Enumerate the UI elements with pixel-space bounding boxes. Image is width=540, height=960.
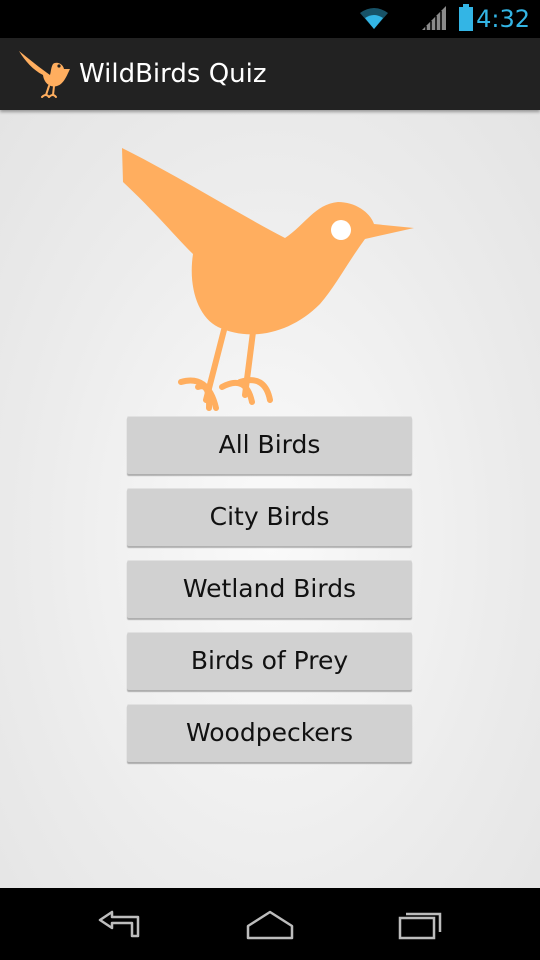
signal-icon [422,6,446,30]
bird-illustration [122,148,414,411]
navigation-bar [0,888,540,960]
woodpeckers-button[interactable]: Woodpeckers [127,704,412,762]
city-birds-button[interactable]: City Birds [127,488,412,546]
home-icon[interactable] [240,906,300,942]
action-bar: WildBirds Quiz [0,38,540,110]
battery-icon [459,4,473,31]
main-content: All Birds City Birds Wetland Birds Birds… [0,110,540,888]
back-icon[interactable] [90,906,150,942]
status-time: 4:32 [476,5,530,33]
bird-logo-icon[interactable] [16,47,72,103]
status-bar: 4:32 [0,0,540,38]
wifi-icon [360,8,388,29]
category-menu: All Birds City Birds Wetland Birds Birds… [127,416,412,776]
wetland-birds-button[interactable]: Wetland Birds [127,560,412,618]
all-birds-button[interactable]: All Birds [127,416,412,474]
birds-of-prey-button[interactable]: Birds of Prey [127,632,412,690]
app-title: WildBirds Quiz [79,59,267,89]
recent-apps-icon[interactable] [390,906,450,942]
